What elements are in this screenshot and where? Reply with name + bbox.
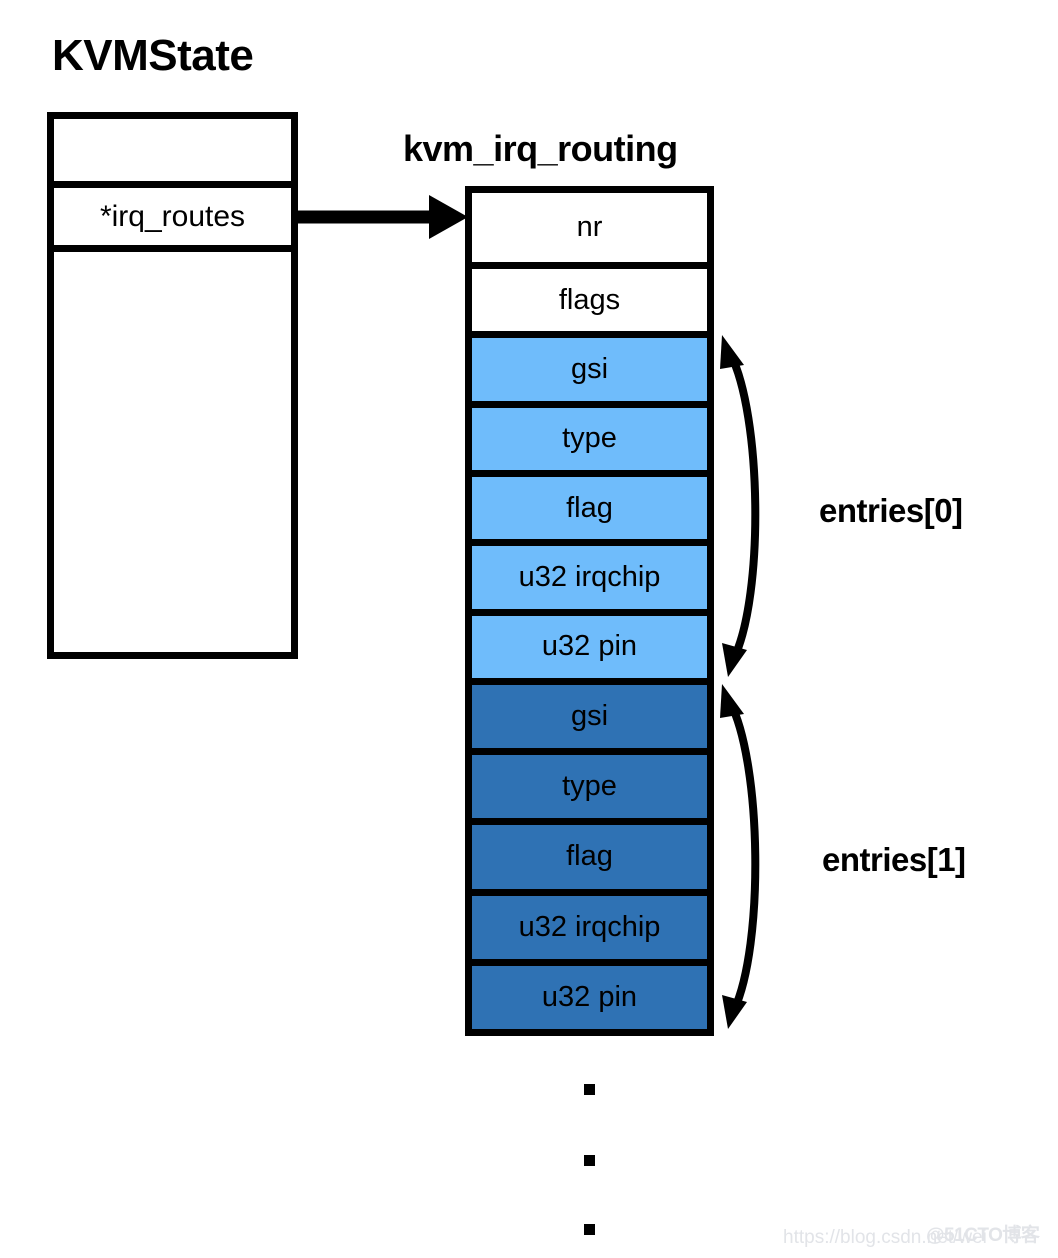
kvmstate-row-irq-routes: *irq_routes <box>54 181 291 245</box>
kvmstate-row-empty-bottom <box>54 245 291 652</box>
entry1-row-flag: flag <box>472 818 707 889</box>
kvmstate-struct-box: *irq_routes <box>47 112 298 659</box>
entry1-row-type: type <box>472 748 707 819</box>
entries0-label: entries[0] <box>819 492 963 529</box>
entry1-row-u32-irqchip: u32 irqchip <box>472 888 707 959</box>
kvm-irq-routing-struct-box: nr flags gsi type flag u32 irqchip u32 p… <box>465 186 714 1036</box>
entries1-brace-arrow <box>720 684 760 1029</box>
entry0-row-flag: flag <box>472 469 707 540</box>
entry1-row-gsi: gsi <box>472 677 707 749</box>
ellipsis-dot-2 <box>584 1155 595 1166</box>
entries1-label: entries[1] <box>822 841 966 878</box>
kvmstate-title: KVMState <box>52 31 254 80</box>
entry0-row-u32-irqchip: u32 irqchip <box>472 539 707 609</box>
entries0-brace-arrow <box>720 335 760 677</box>
entry1-row-u32-pin: u32 pin <box>472 958 707 1030</box>
ellipsis-dot-1 <box>584 1084 595 1095</box>
kvm-irq-routing-title: kvm_irq_routing <box>403 128 678 169</box>
routing-row-nr: nr <box>472 193 707 263</box>
entry0-row-u32-pin: u32 pin <box>472 608 707 678</box>
irq-routes-pointer-arrow <box>298 195 468 239</box>
routing-row-flags: flags <box>472 262 707 332</box>
ellipsis-dot-3 <box>584 1224 595 1235</box>
kvmstate-row-empty-top <box>54 119 291 181</box>
entry0-row-gsi: gsi <box>472 331 707 401</box>
entry0-row-type: type <box>472 400 707 470</box>
diagram-canvas: KVMState kvm_irq_routing *irq_routes nr … <box>0 0 1058 1258</box>
watermark-site: @51CTO博客 <box>926 1225 1040 1246</box>
